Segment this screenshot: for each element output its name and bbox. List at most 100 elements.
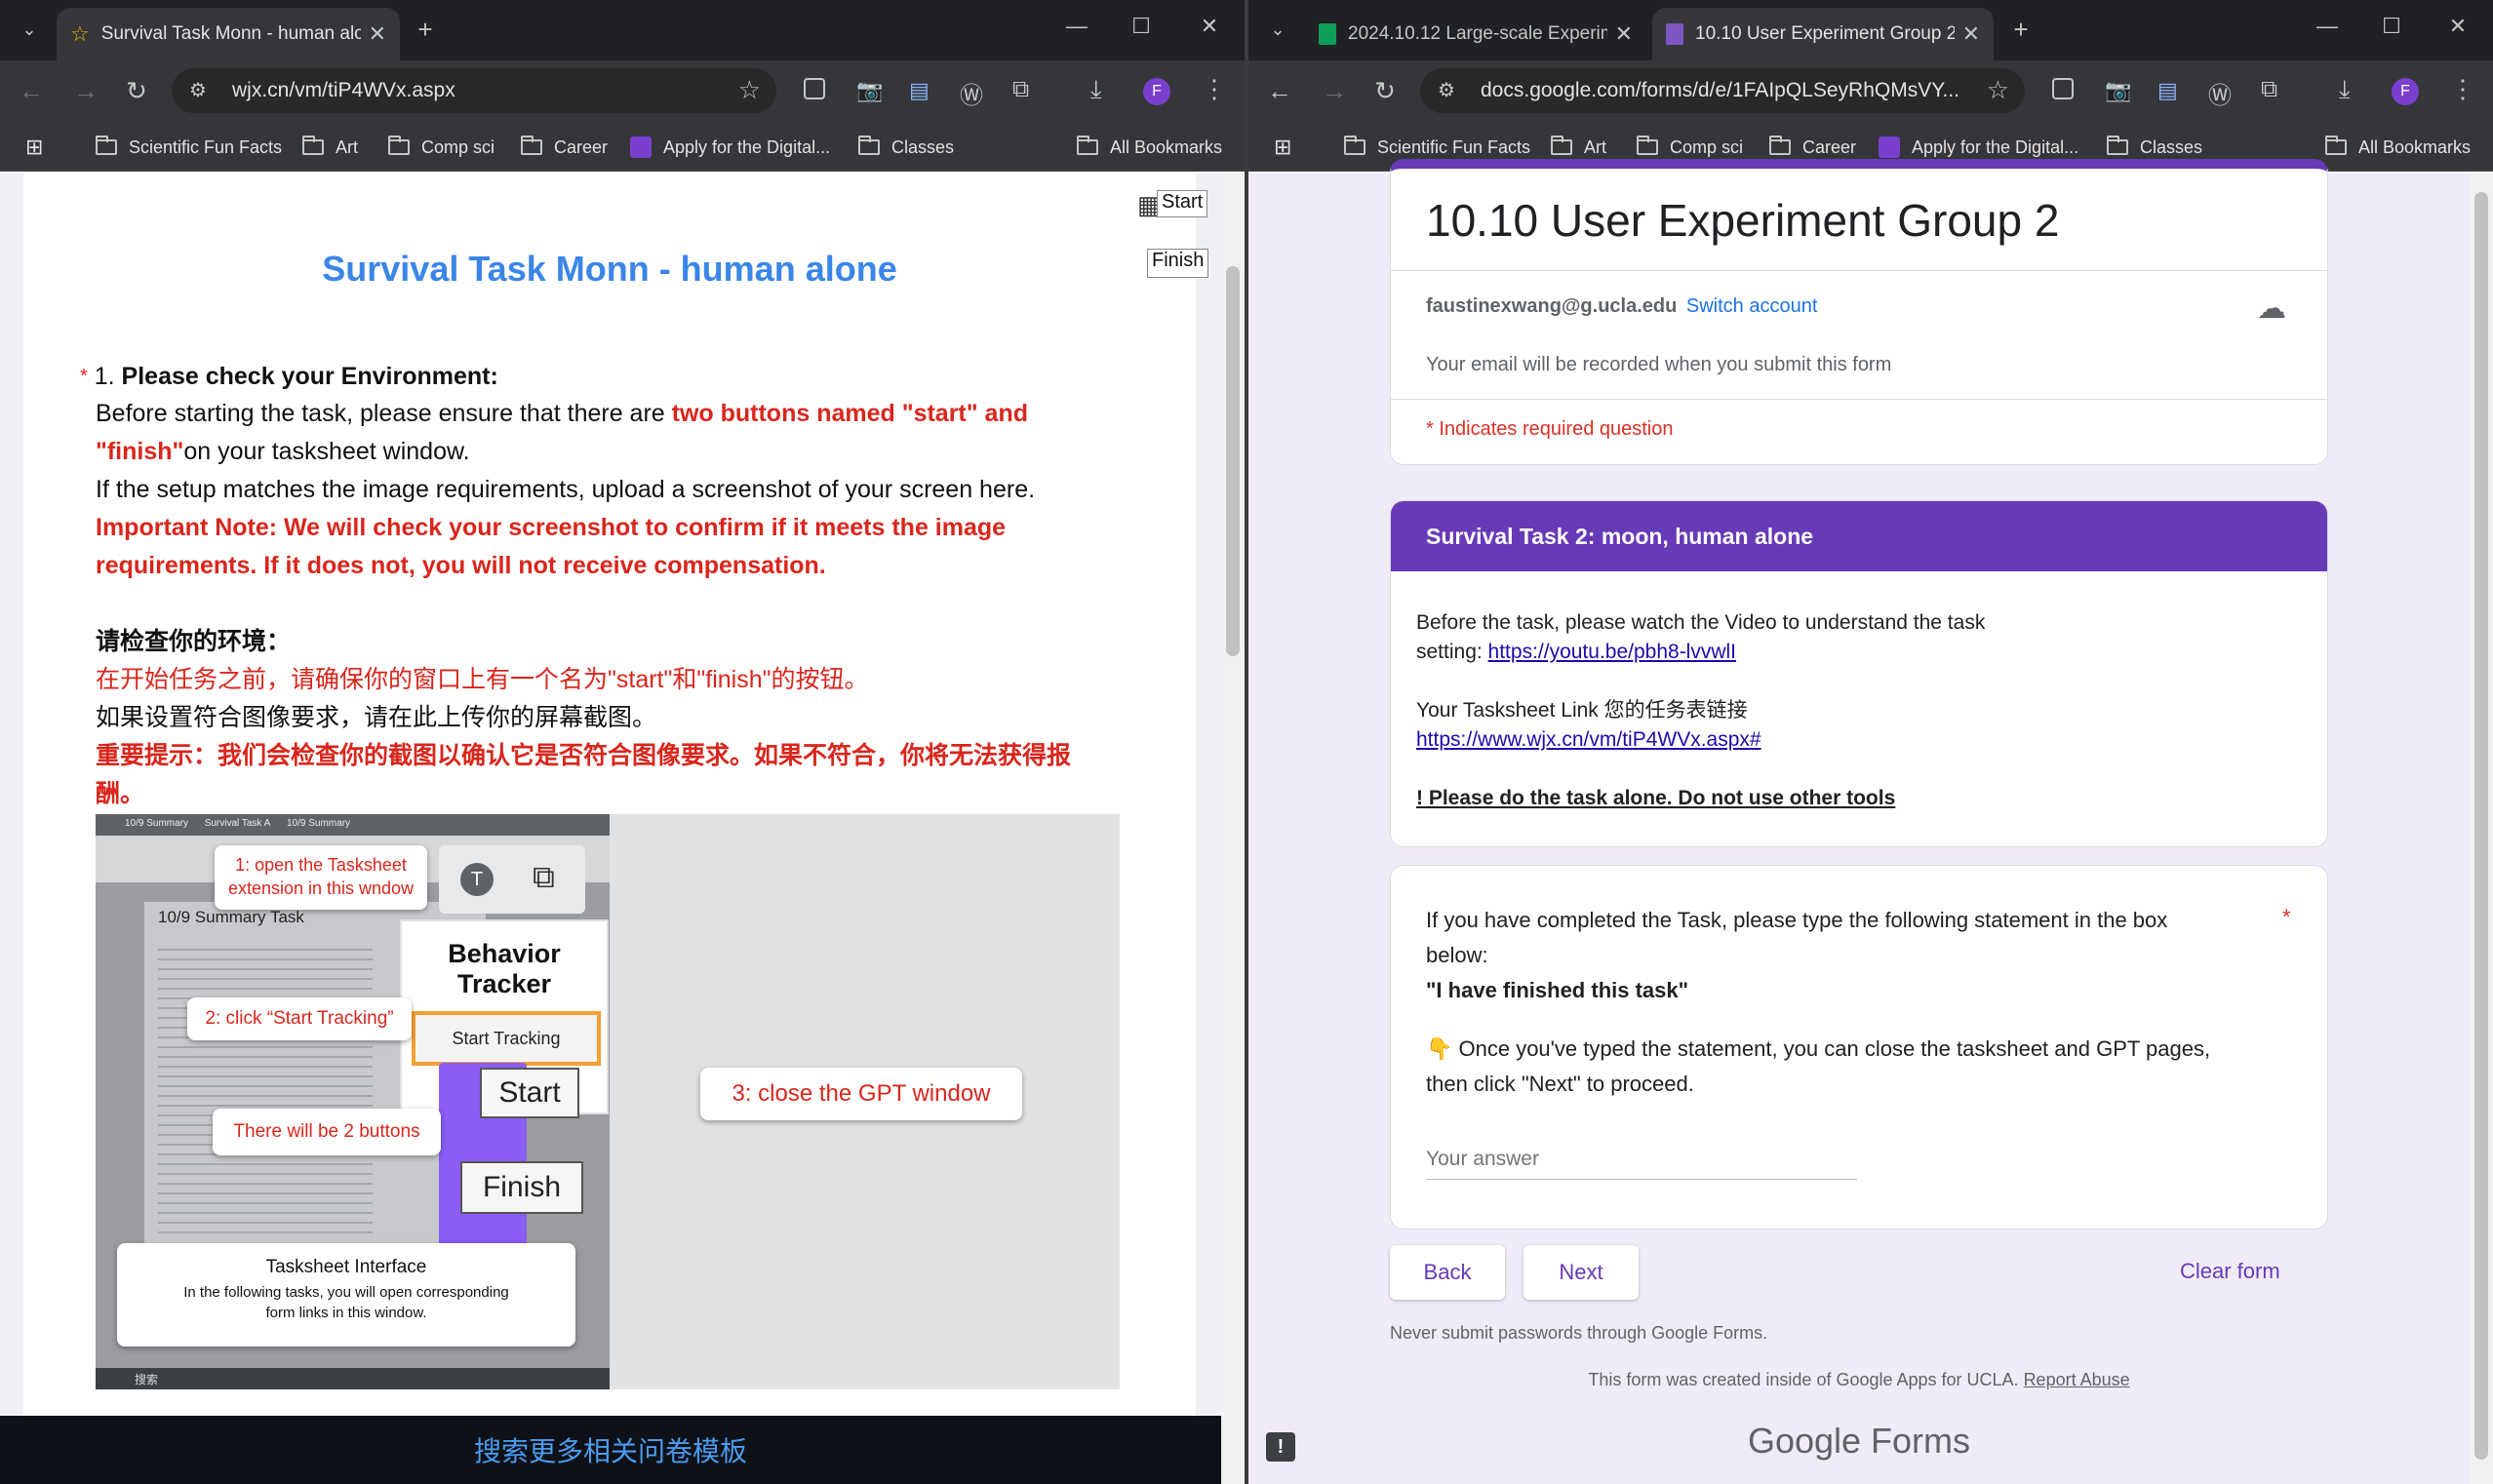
qr-code-icon[interactable]: ▦ [1137,190,1162,219]
maximize-icon[interactable]: ☐ [1122,14,1161,39]
apps-grid-icon[interactable]: ⊞ [1274,133,1291,162]
new-tab-icon[interactable]: + [404,8,447,51]
profile-avatar[interactable]: F [2392,78,2419,105]
purple-favicon-icon [1879,137,1900,158]
scrollbar-thumb[interactable] [1226,266,1240,656]
profile-avatar[interactable]: F [1143,78,1170,105]
feedback-icon[interactable]: ! [1266,1432,1295,1462]
reload-icon[interactable]: ↻ [115,69,158,112]
form-header-card: 10.10 User Experiment Group 2 faustinexw… [1390,159,2328,465]
required-asterisk: * [2282,905,2291,929]
switch-account-link[interactable]: Switch account [1686,295,1818,317]
puzzle-extensions-icon[interactable]: ⧉ [1012,76,1029,103]
close-tab-icon[interactable]: ✕ [1615,21,1633,47]
address-bar[interactable]: ⚙ wjx.cn/vm/tiP4WVx.aspx ☆ [172,68,776,113]
google-forms-logo[interactable]: Google Forms [1248,1421,2470,1462]
right-scrollbar[interactable] [2470,173,2493,1484]
site-info-icon[interactable]: ⚙ [189,78,207,102]
back-icon[interactable]: ← [1258,69,1301,112]
bookmark-folder[interactable]: Career [1769,133,1856,162]
folder-icon [858,136,880,155]
minimize-icon[interactable]: — [1057,14,1096,39]
folder-icon [388,136,410,155]
scrollbar-thumb[interactable] [2474,192,2488,1460]
bookmark-link[interactable]: Apply for the Digital... [1879,133,2078,162]
bookmark-folder[interactable]: Art [1551,133,1606,162]
w-extension-icon[interactable]: Ⓦ [960,76,983,110]
close-window-icon[interactable]: ✕ [2438,14,2477,39]
tab-sheets[interactable]: 2024.10.12 Large-scale Experim ✕ [1305,8,1646,60]
sheets-favicon-icon [1319,23,1336,45]
bookmark-folder[interactable]: Comp sci [388,133,495,162]
extension-icon-1[interactable] [2052,78,2074,104]
bookmark-link[interactable]: Apply for the Digital... [630,133,830,162]
folder-icon [2325,136,2347,155]
mini-tabstrip: 10/9 Summary Survival Task A 10/9 Summar… [96,814,610,836]
camera-icon[interactable]: 📷 [856,78,883,103]
left-scrollbar[interactable] [1221,173,1245,1484]
apps-grid-icon[interactable]: ⊞ [25,133,43,162]
site-info-icon[interactable]: ⚙ [1438,78,1455,102]
bookmark-folder[interactable]: Art [302,133,358,162]
download-icon[interactable]: ⤓ [2339,74,2351,105]
address-bar[interactable]: ⚙ docs.google.com/forms/d/e/1FAIpQLSeyRh… [1420,68,2025,113]
w-extension-icon[interactable]: Ⓦ [2208,76,2232,110]
close-tab-icon[interactable]: ✕ [369,21,386,47]
bookmark-folder[interactable]: Classes [858,133,954,162]
tab-google-form[interactable]: 10.10 User Experiment Group 2 ✕ [1652,8,1994,60]
more-menu-icon[interactable]: ⋮ [2450,74,2475,104]
folder-icon [1769,136,1791,155]
doc-extension-icon[interactable]: ▤ [2157,78,2178,103]
forms-favicon-icon [1666,23,1683,45]
folder-icon [96,136,117,155]
cn-line2: 如果设置符合图像要求，请在此上传你的屏幕截图。 [96,704,657,731]
tab-search-chevron-icon[interactable]: ⌄ [8,8,51,51]
bookmark-folder[interactable]: Classes [2107,133,2202,162]
tab-search-chevron-icon[interactable]: ⌄ [1256,8,1299,51]
download-icon[interactable]: ⤓ [1090,74,1102,105]
maximize-icon[interactable]: ☐ [2372,14,2411,39]
close-window-icon[interactable]: ✕ [1190,14,1229,39]
bookmark-star-icon[interactable]: ☆ [1987,75,2009,105]
extension-icon-1[interactable] [804,78,825,104]
all-bookmarks[interactable]: All Bookmarks [1077,133,1222,162]
forward-icon[interactable]: → [1313,69,1356,112]
section-description: Before the task, please watch the Video … [1416,608,1985,813]
minimize-icon[interactable]: — [2308,14,2347,39]
right-browser-window: ⌄ 2024.10.12 Large-scale Experim ✕ 10.10… [1248,0,2493,1484]
bookmark-folder[interactable]: Career [521,133,608,162]
q1-line2: "finish"on your tasksheet window. [96,438,470,465]
bookmark-folder[interactable]: Comp sci [1637,133,1743,162]
tab-survival-task[interactable]: ☆ Survival Task Monn - human alone ✕ [57,8,400,60]
answer-input[interactable] [1426,1139,1857,1180]
form-viewport: 10.10 User Experiment Group 2 faustinexw… [1248,159,2493,1484]
clear-form-button[interactable]: Clear form [2180,1259,2280,1284]
bookmark-folder[interactable]: Scientific Fun Facts [96,133,282,162]
bottom-template-banner[interactable]: 搜索更多相关问卷模板 [0,1416,1221,1484]
report-abuse-link[interactable]: Report Abuse [2024,1370,2130,1389]
cn-note-line2: 酬。 [96,780,145,807]
folder-icon [1637,136,1658,155]
all-bookmarks[interactable]: All Bookmarks [2325,133,2471,162]
bookmark-star-icon[interactable]: ☆ [738,75,761,105]
close-tab-icon[interactable]: ✕ [1962,21,1980,47]
forward-icon[interactable]: → [64,69,107,112]
tasksheet-link[interactable]: https://www.wjx.cn/vm/tiP4WVx.aspx# [1416,728,1761,751]
divider [1391,270,2327,271]
back-button[interactable]: Back [1390,1245,1505,1300]
tasksheet-interface-callout: Tasksheet Interface In the following tas… [117,1243,575,1347]
next-button[interactable]: Next [1524,1245,1639,1300]
video-link[interactable]: https://youtu.be/pbh8-lvvwlI [1488,641,1736,663]
alone-note: ! Please do the task alone. Do not use o… [1416,787,1896,809]
puzzle-extensions-icon[interactable]: ⧉ [2261,76,2277,103]
new-tab-icon[interactable]: + [1999,8,2042,51]
reload-icon[interactable]: ↻ [1364,69,1406,112]
camera-icon[interactable]: 📷 [2105,78,2131,103]
question-text: If you have completed the Task, please t… [1426,908,2211,1096]
bookmark-folder[interactable]: Scientific Fun Facts [1344,133,1530,162]
doc-extension-icon[interactable]: ▤ [909,78,930,103]
callout-step1: 1: open the Tasksheet extension in this w… [215,845,427,910]
back-icon[interactable]: ← [10,69,53,112]
more-menu-icon[interactable]: ⋮ [1202,74,1227,104]
start-overlay-button[interactable]: Start [1157,190,1208,217]
